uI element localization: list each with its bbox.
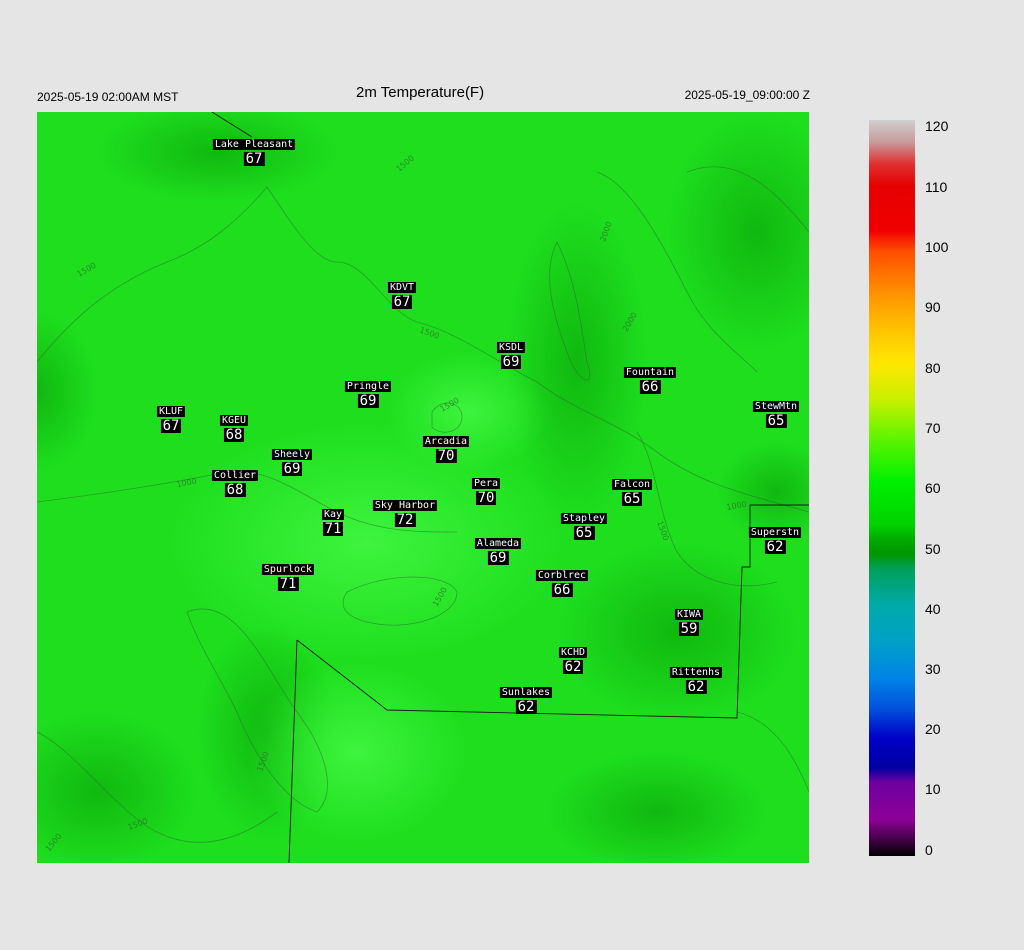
station-kiwa: KIWA 59 [674, 609, 704, 638]
station-kgeu: KGEU 68 [219, 415, 249, 444]
station-temp: 65 [573, 525, 595, 541]
warm-patch-south [247, 662, 467, 842]
station-temp: 62 [515, 699, 537, 715]
station-corblrec: Corblrec 66 [535, 570, 589, 599]
station-temp: 68 [224, 482, 246, 498]
station-name: Arcadia [422, 436, 470, 447]
station-stewmtn: StewMtn 65 [752, 401, 800, 430]
station-name: Corblrec [535, 570, 589, 581]
station-name: Kay [321, 509, 345, 520]
station-temp: 62 [764, 539, 786, 555]
station-name: Collier [211, 470, 259, 481]
colorbar-tick: 80 [925, 360, 941, 376]
station-stapley: Stapley 65 [560, 513, 608, 542]
station-temp: 65 [621, 491, 643, 507]
station-name: Spurlock [261, 564, 315, 575]
station-pringle: Pringle 69 [344, 381, 392, 410]
station-kdvt: KDVT 67 [387, 282, 417, 311]
station-collier: Collier 68 [211, 470, 259, 499]
station-name: KSDL [496, 342, 526, 353]
station-name: KGEU [219, 415, 249, 426]
temperature-field: 1500 2000 2000 1500 1500 1000 1500 1500 … [37, 112, 809, 863]
colorbar-tick: 70 [925, 420, 941, 436]
colorbar-tick: 0 [925, 842, 933, 858]
station-temp: 59 [678, 621, 700, 637]
colorbar-tick: 20 [925, 721, 941, 737]
station-name: Sheely [271, 449, 313, 460]
station-name: KIWA [674, 609, 704, 620]
map-title: 2m Temperature(F) [356, 84, 485, 101]
station-temp: 72 [394, 512, 416, 528]
colorbar-tick: 110 [925, 179, 948, 195]
station-temp: 69 [500, 354, 522, 370]
station-sky-harbor: Sky Harbor 72 [372, 500, 438, 529]
colorbar-tick: 100 [925, 239, 949, 255]
station-temp: 71 [322, 521, 344, 537]
station-rittenhs: Rittenhs 62 [669, 667, 723, 696]
station-temp: 62 [562, 659, 584, 675]
colorbar-tick: 30 [925, 661, 941, 677]
station-pera: Pera 70 [471, 478, 501, 507]
station-name: Pringle [344, 381, 392, 392]
station-alameda: Alameda 69 [474, 538, 522, 567]
station-name: Sky Harbor [372, 500, 438, 511]
station-spurlock: Spurlock 71 [261, 564, 315, 593]
colorbar-tick: 60 [925, 480, 941, 496]
station-name: Falcon [611, 479, 653, 490]
station-temp: 66 [551, 582, 573, 598]
station-temp: 66 [639, 379, 661, 395]
colorbar [869, 120, 915, 856]
station-kchd: KCHD 62 [558, 647, 588, 676]
station-name: Superstn [748, 527, 802, 538]
station-temp: 69 [281, 461, 303, 477]
station-name: KDVT [387, 282, 417, 293]
temperature-map[interactable]: 1500 2000 2000 1500 1500 1000 1500 1500 … [37, 112, 809, 863]
station-temp: 69 [357, 393, 379, 409]
station-temp: 68 [223, 427, 245, 443]
station-kay: Kay 71 [321, 509, 345, 538]
valid-time-local: 2025-05-19 02:00AM MST [37, 90, 179, 104]
station-sheely: Sheely 69 [271, 449, 313, 478]
station-name: Alameda [474, 538, 522, 549]
colorbar-tick: 40 [925, 601, 941, 617]
station-name: KLUF [156, 406, 186, 417]
station-fountain: Fountain 66 [623, 367, 677, 396]
station-temp: 65 [765, 413, 787, 429]
station-temp: 67 [160, 418, 182, 434]
colorbar-ticks: 120 110 100 90 80 70 60 50 40 30 20 10 0 [925, 118, 985, 858]
station-name: KCHD [558, 647, 588, 658]
colorbar-tick: 50 [925, 541, 941, 557]
station-name: Fountain [623, 367, 677, 378]
station-lake-pleasant: Lake Pleasant 67 [212, 139, 296, 168]
station-sunlakes: Sunlakes 62 [499, 687, 553, 716]
station-temp: 62 [685, 679, 707, 695]
station-name: Sunlakes [499, 687, 553, 698]
colorbar-tick: 120 [925, 118, 949, 134]
station-superstn: Superstn 62 [748, 527, 802, 556]
station-temp: 67 [391, 294, 413, 310]
station-name: Stapley [560, 513, 608, 524]
valid-time-utc: 2025-05-19_09:00:00 Z [684, 88, 810, 102]
station-temp: 70 [435, 448, 457, 464]
colorbar-tick: 10 [925, 781, 941, 797]
station-temp: 71 [277, 576, 299, 592]
station-name: Rittenhs [669, 667, 723, 678]
station-name: Lake Pleasant [212, 139, 296, 150]
station-temp: 70 [475, 490, 497, 506]
station-name: Pera [471, 478, 501, 489]
station-arcadia: Arcadia 70 [422, 436, 470, 465]
station-kluf: KLUF 67 [156, 406, 186, 435]
station-falcon: Falcon 65 [611, 479, 653, 508]
station-temp: 67 [243, 151, 265, 167]
station-name: StewMtn [752, 401, 800, 412]
station-ksdl: KSDL 69 [496, 342, 526, 371]
station-temp: 69 [487, 550, 509, 566]
colorbar-tick: 90 [925, 299, 941, 315]
colorbar-gradient [869, 120, 915, 856]
